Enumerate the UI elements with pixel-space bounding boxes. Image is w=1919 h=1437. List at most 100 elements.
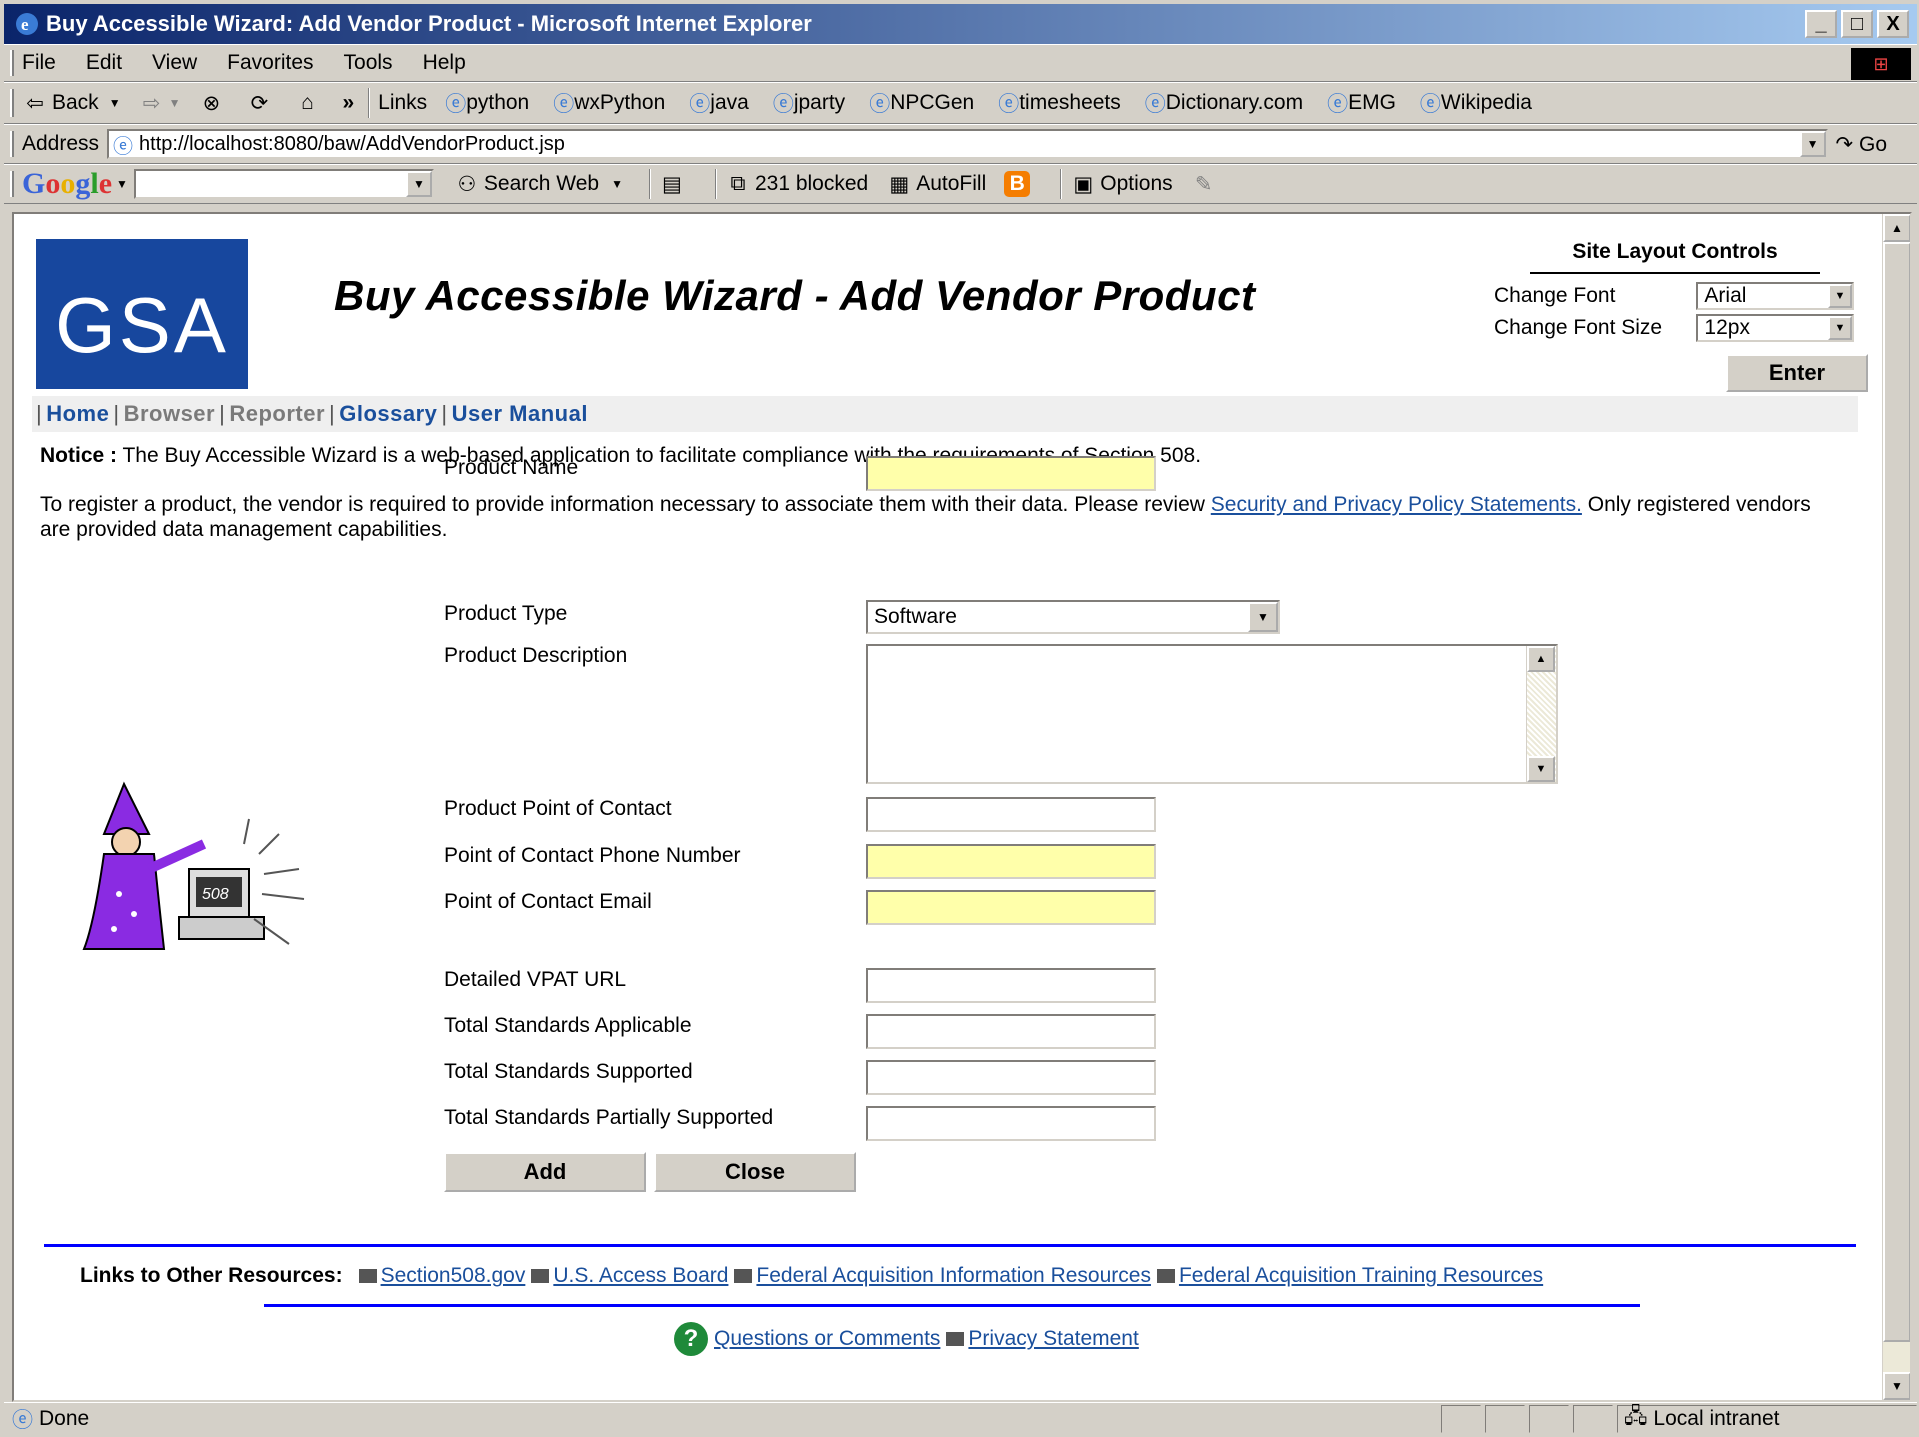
vpat-url-label: Detailed VPAT URL bbox=[444, 968, 627, 991]
vpat-url-input[interactable] bbox=[866, 968, 1156, 1003]
footer-links: ? Questions or Comments Privacy Statemen… bbox=[674, 1322, 1139, 1356]
back-arrow-icon: ⇦ bbox=[26, 91, 44, 115]
back-button[interactable]: ⇦ Back ▼ bbox=[22, 90, 120, 116]
nav-glossary[interactable]: Glossary bbox=[339, 401, 437, 427]
svg-text:508: 508 bbox=[202, 886, 229, 903]
forward-arrow-icon: ⇨ bbox=[142, 91, 161, 115]
nav-home[interactable]: Home bbox=[46, 401, 109, 427]
ie-page-icon: ⓔ bbox=[689, 93, 711, 116]
product-description-textarea[interactable]: ▲ ▼ bbox=[866, 644, 1558, 784]
product-type-select[interactable]: Software ▼ bbox=[866, 600, 1280, 634]
go-button[interactable]: ↷ Go bbox=[1836, 132, 1887, 157]
close-window-button[interactable]: X bbox=[1877, 10, 1909, 38]
address-dropdown[interactable]: ▼ bbox=[1799, 131, 1826, 157]
link-acquisition-training[interactable]: Federal Acquisition Training Resources bbox=[1179, 1264, 1543, 1288]
news-button[interactable]: ▤ bbox=[659, 171, 689, 197]
bullet-icon bbox=[734, 1269, 753, 1283]
address-input[interactable]: ⓔ http://localhost:8080/baw/AddVendorPro… bbox=[107, 129, 1828, 159]
ie-page-icon: ⓔ bbox=[1327, 93, 1349, 116]
ie-page-icon: ⓔ bbox=[12, 1409, 33, 1432]
link-wxpython[interactable]: ⓔ wxPython bbox=[553, 88, 665, 118]
chevron-down-icon[interactable]: ▼ bbox=[116, 177, 128, 191]
scroll-thumb[interactable] bbox=[1883, 242, 1910, 1342]
bullet-icon bbox=[1156, 1269, 1175, 1283]
poc-phone-input[interactable] bbox=[866, 844, 1156, 879]
nav-reporter[interactable]: Reporter bbox=[229, 401, 325, 427]
std-applicable-input[interactable] bbox=[866, 1014, 1156, 1049]
scroll-down-icon[interactable]: ▼ bbox=[1883, 1372, 1910, 1400]
ie-page-icon: ⓔ bbox=[869, 93, 891, 116]
autofill-button[interactable]: ▦ AutoFill bbox=[886, 171, 986, 197]
menu-tools[interactable]: Tools bbox=[344, 51, 393, 75]
product-name-input[interactable] bbox=[866, 456, 1156, 491]
menu-file[interactable]: File bbox=[22, 51, 56, 75]
poc-email-input[interactable] bbox=[866, 890, 1156, 925]
font-size-select[interactable]: 12px ▼ bbox=[1696, 314, 1854, 342]
std-supported-input[interactable] bbox=[866, 1060, 1156, 1095]
forward-button[interactable]: ⇨ ▼ bbox=[139, 90, 181, 116]
link-timesheets[interactable]: ⓔ timesheets bbox=[998, 88, 1121, 118]
popup-blocker-button[interactable]: ⧉ 231 blocked bbox=[725, 171, 868, 197]
google-logo[interactable]: Google bbox=[22, 167, 112, 201]
blogger-button[interactable]: B bbox=[1004, 171, 1034, 197]
refresh-button[interactable]: ⟳ bbox=[246, 90, 276, 116]
font-select[interactable]: Arial ▼ bbox=[1696, 282, 1854, 310]
menu-favorites[interactable]: Favorites bbox=[227, 51, 313, 75]
google-search-input[interactable]: ▼ bbox=[133, 169, 434, 199]
ie-page-icon: ⓔ bbox=[553, 93, 575, 116]
menu-bar: File Edit View Favorites Tools Help ⊞ bbox=[4, 44, 1917, 82]
link-jparty[interactable]: ⓔ jparty bbox=[773, 88, 845, 118]
page-scrollbar[interactable]: ▲ ▼ bbox=[1882, 214, 1910, 1400]
highlighter-button[interactable]: ✎ bbox=[1191, 171, 1221, 197]
local-intranet-icon: 🖧 bbox=[1624, 1404, 1648, 1428]
textarea-scrollbar[interactable]: ▲ ▼ bbox=[1526, 646, 1556, 782]
privacy-link[interactable]: Privacy Statement bbox=[968, 1327, 1138, 1351]
title-bar: e Buy Accessible Wizard: Add Vendor Prod… bbox=[4, 4, 1917, 44]
link-emg[interactable]: ⓔ EMG bbox=[1327, 88, 1396, 118]
std-partial-input[interactable] bbox=[866, 1106, 1156, 1141]
ie-page-icon: ⓔ bbox=[1419, 93, 1441, 116]
change-font-label: Change Font bbox=[1494, 284, 1616, 307]
options-icon: ▣ bbox=[1073, 172, 1094, 196]
minimize-button[interactable]: _ bbox=[1805, 10, 1837, 38]
options-button[interactable]: ▣ Options bbox=[1070, 171, 1172, 197]
nav-browser[interactable]: Browser bbox=[124, 401, 216, 427]
bullet-icon bbox=[946, 1332, 965, 1346]
nav-user-manual[interactable]: User Manual bbox=[452, 401, 588, 427]
address-label: Address bbox=[22, 132, 100, 155]
link-dictionary[interactable]: ⓔ Dictionary.com bbox=[1145, 88, 1303, 118]
maximize-button[interactable]: □ bbox=[1841, 10, 1873, 38]
gsa-logo: GSA bbox=[36, 239, 248, 389]
ie-page-icon: ⓔ bbox=[445, 93, 467, 116]
site-layout-controls: Site Layout Controls Change Font Arial ▼… bbox=[1494, 234, 1854, 342]
link-access-board[interactable]: U.S. Access Board bbox=[553, 1264, 728, 1288]
enter-button[interactable]: Enter bbox=[1726, 354, 1868, 392]
wizard-illustration: 508 bbox=[82, 781, 305, 950]
link-npcgen[interactable]: ⓔ NPCGen bbox=[869, 88, 974, 118]
questions-link[interactable]: Questions or Comments bbox=[714, 1327, 940, 1351]
link-acquisition-info[interactable]: Federal Acquisition Information Resource… bbox=[756, 1264, 1151, 1288]
add-button[interactable]: Add bbox=[444, 1152, 646, 1192]
home-button[interactable]: ⌂ bbox=[294, 90, 324, 116]
menu-help[interactable]: Help bbox=[423, 51, 466, 75]
link-section508[interactable]: Section508.gov bbox=[381, 1264, 526, 1288]
menu-view[interactable]: View bbox=[152, 51, 197, 75]
scroll-up-icon[interactable]: ▲ bbox=[1883, 214, 1910, 242]
link-python[interactable]: ⓔ python bbox=[445, 88, 529, 118]
toolbar-overflow-icon[interactable]: » bbox=[342, 91, 354, 115]
link-wikipedia[interactable]: ⓔ Wikipedia bbox=[1420, 88, 1532, 118]
google-search-dropdown[interactable]: ▼ bbox=[405, 171, 432, 197]
question-icon: ? bbox=[674, 1322, 708, 1356]
window-title: Buy Accessible Wizard: Add Vendor Produc… bbox=[46, 11, 812, 36]
scroll-down-icon[interactable]: ▼ bbox=[1527, 756, 1555, 782]
search-web-button[interactable]: ⚇ Search Web ▼ bbox=[454, 171, 622, 197]
refresh-icon: ⟳ bbox=[250, 91, 269, 115]
scroll-up-icon[interactable]: ▲ bbox=[1527, 646, 1555, 672]
stop-button[interactable]: ⊗ bbox=[198, 90, 228, 116]
poc-input[interactable] bbox=[866, 797, 1156, 832]
close-button[interactable]: Close bbox=[654, 1152, 856, 1192]
menu-edit[interactable]: Edit bbox=[86, 51, 122, 75]
security-privacy-link[interactable]: Security and Privacy Policy Statements. bbox=[1211, 493, 1582, 516]
security-zone: 🖧 Local intranet bbox=[1617, 1405, 1917, 1433]
link-java[interactable]: ⓔ java bbox=[689, 88, 749, 118]
